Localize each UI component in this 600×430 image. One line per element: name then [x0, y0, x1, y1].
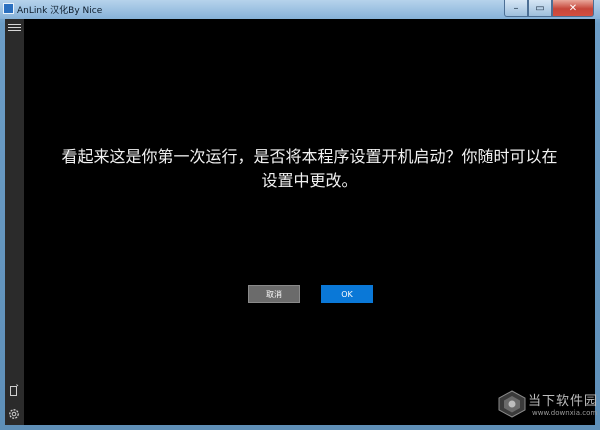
- phone-icon[interactable]: [9, 384, 19, 397]
- window-title: AnLink 汉化By Nice: [17, 6, 103, 16]
- minimize-button[interactable]: –: [504, 0, 528, 17]
- window-controls: – ▭ ✕: [504, 0, 594, 17]
- watermark-title: 当下软件园: [528, 394, 599, 409]
- main-content: 看起来这是你第一次运行，是否将本程序设置开机启动？你随时可以在 设置中更改。 取…: [24, 19, 597, 425]
- hamburger-menu-icon[interactable]: [8, 22, 21, 35]
- app-icon: [3, 3, 14, 14]
- watermark: 当下软件园 www.downxia.com: [497, 385, 600, 421]
- gear-icon[interactable]: [7, 407, 21, 421]
- close-button[interactable]: ✕: [552, 0, 594, 17]
- window-bottom-border: [0, 425, 600, 430]
- ok-button[interactable]: OK: [321, 285, 373, 303]
- message-line-1: 看起来这是你第一次运行，是否将本程序设置开机启动？你随时可以在: [61, 147, 558, 166]
- watermark-logo-icon: [498, 390, 526, 418]
- message-line-2: 设置中更改。: [261, 171, 358, 190]
- sidebar: [5, 19, 24, 425]
- app-window: AnLink 汉化By Nice – ▭ ✕ 看起来这是你第一次运行，是否将本程…: [0, 0, 600, 430]
- client-area: 看起来这是你第一次运行，是否将本程序设置开机启动？你随时可以在 设置中更改。 取…: [5, 19, 597, 425]
- title-bar[interactable]: AnLink 汉化By Nice – ▭ ✕: [0, 0, 600, 19]
- first-run-message: 看起来这是你第一次运行，是否将本程序设置开机启动？你随时可以在 设置中更改。: [24, 145, 595, 193]
- cancel-button[interactable]: 取消: [248, 285, 300, 303]
- watermark-url: www.downxia.com: [532, 409, 598, 417]
- maximize-button[interactable]: ▭: [528, 0, 552, 17]
